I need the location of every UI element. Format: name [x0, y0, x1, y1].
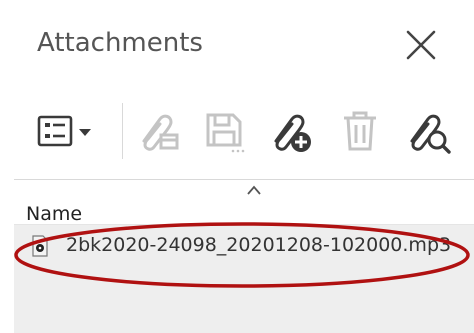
toolbar-separator — [122, 103, 123, 159]
save-attachment-button[interactable] — [200, 107, 248, 155]
paperclip-add-icon — [274, 114, 311, 152]
list-item[interactable]: 2bk2020-24098_20201208-102000.mp3 — [14, 226, 474, 266]
attachment-file-name: 2bk2020-24098_20201208-102000.mp3 — [66, 234, 452, 256]
paperclip-open-icon — [142, 114, 179, 151]
search-attachment-button[interactable] — [404, 107, 452, 155]
list-header: Name — [14, 179, 474, 225]
attachments-panel: Attachments Name 2bk2020-24098_20201208-… — [0, 0, 474, 333]
list-view-dropdown-icon — [37, 115, 91, 147]
trash-icon — [344, 111, 376, 151]
view-options-button[interactable] — [36, 107, 100, 155]
panel-title: Attachments — [37, 28, 203, 58]
paperclip-search-icon — [410, 114, 451, 154]
floppy-disk-icon — [206, 113, 245, 153]
audio-file-icon — [32, 235, 48, 257]
column-header-name[interactable]: Name — [26, 203, 82, 225]
add-attachment-button[interactable] — [266, 107, 314, 155]
attachments-toolbar — [0, 95, 474, 167]
close-icon[interactable] — [402, 26, 440, 64]
sort-ascending-icon — [247, 185, 261, 195]
delete-attachment-button[interactable] — [336, 107, 384, 155]
attachments-list: Name 2bk2020-24098_20201208-102000.mp3 — [14, 179, 474, 333]
open-attachment-button[interactable] — [134, 107, 182, 155]
